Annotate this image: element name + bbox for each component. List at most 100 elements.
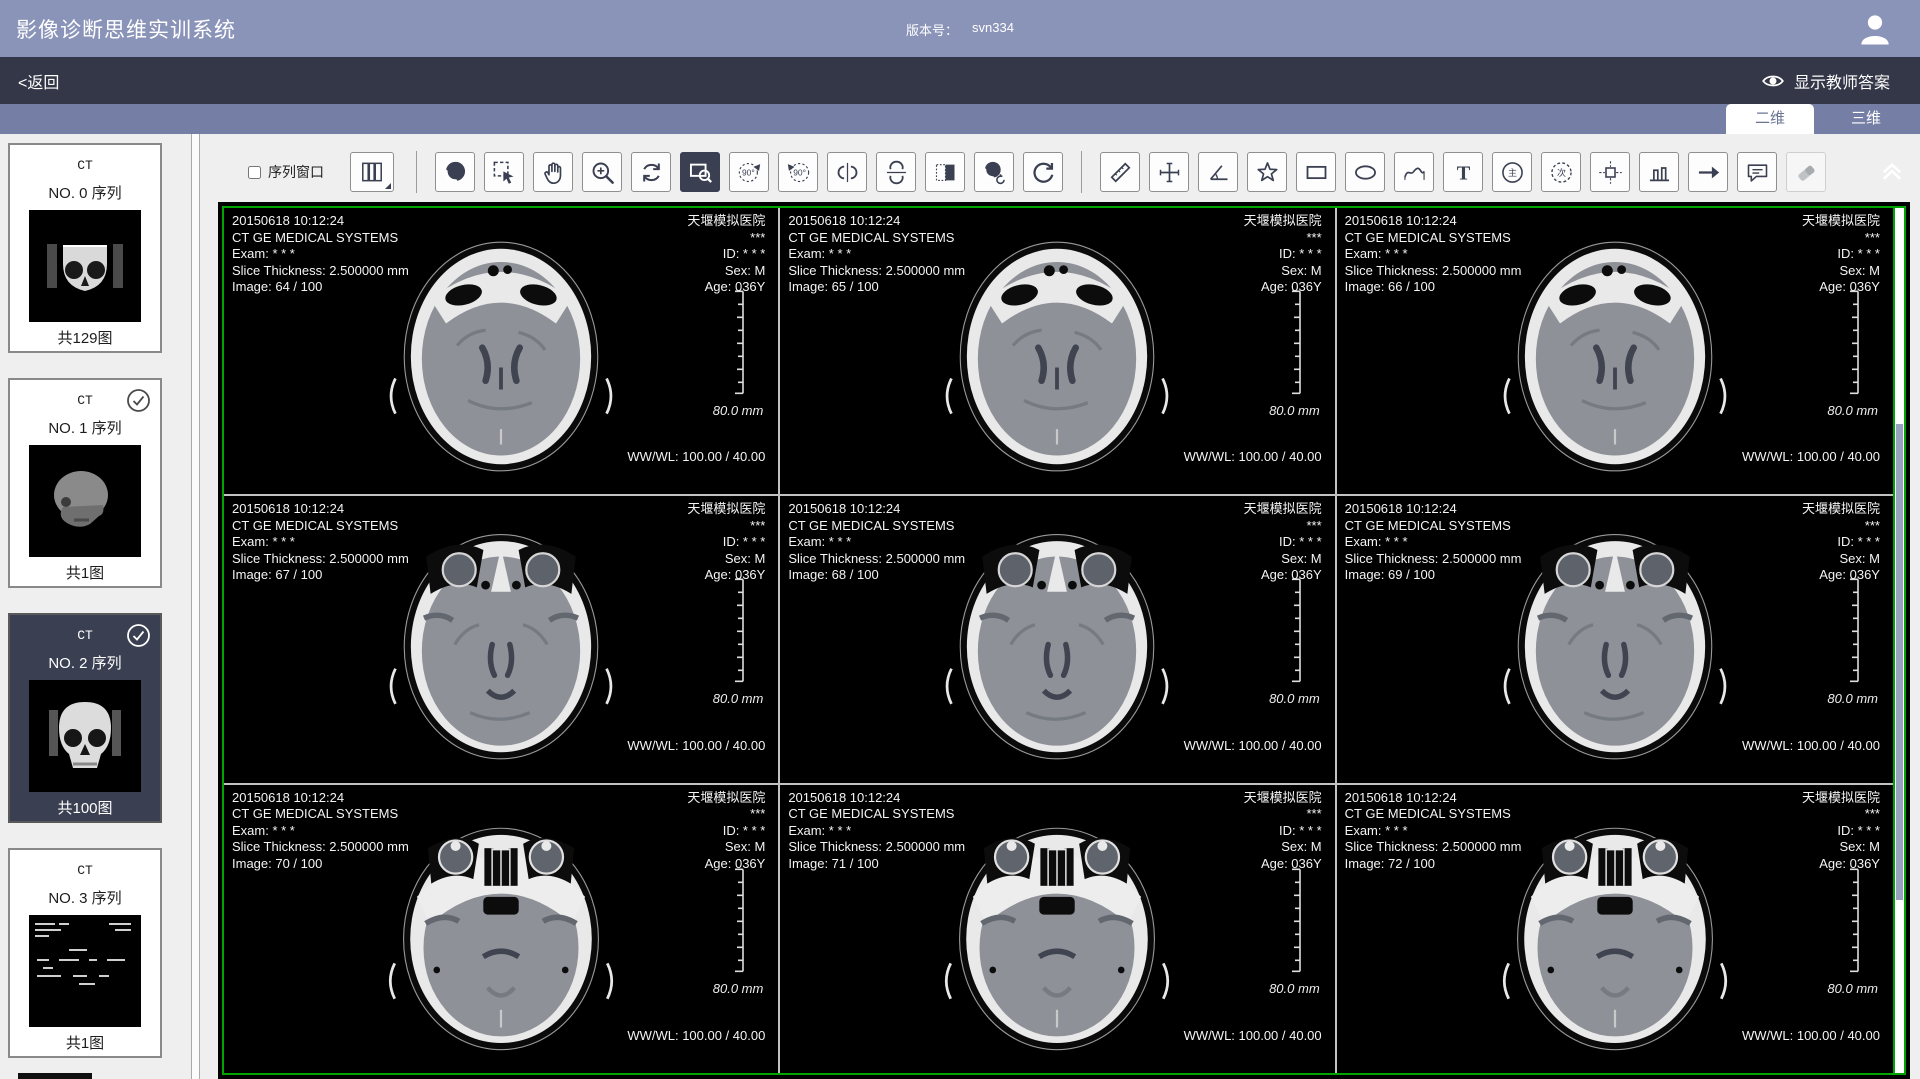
slice-thickness: Slice Thickness: 2.500000 mm — [788, 839, 965, 856]
user-avatar-icon[interactable] — [1856, 10, 1894, 48]
series-thumbnail[interactable] — [29, 445, 141, 557]
secondary-marker-tool-button[interactable]: 次 — [1541, 152, 1581, 192]
acquisition-datetime: 20150618 10:12:24 — [1345, 213, 1522, 230]
series-window-toggle[interactable]: 序列窗口 — [248, 162, 324, 182]
view-mode-tabs: 二维 三维 — [0, 104, 1920, 134]
reset-tool-button[interactable] — [1023, 152, 1063, 192]
svg-text:90°: 90° — [793, 167, 806, 177]
crosshair-tool-button[interactable] — [1149, 152, 1189, 192]
patient-id: ID: * * * — [1802, 246, 1880, 263]
curve-tool-button[interactable] — [1394, 152, 1434, 192]
pan-tool-button[interactable] — [533, 152, 573, 192]
ct-viewport-7[interactable]: 20150618 10:12:24 CT GE MEDICAL SYSTEMS … — [780, 785, 1336, 1073]
acquisition-datetime: 20150618 10:12:24 — [788, 213, 965, 230]
select-tool-button[interactable] — [484, 152, 524, 192]
ct-viewport-2[interactable]: 20150618 10:12:24 CT GE MEDICAL SYSTEMS … — [1337, 208, 1893, 496]
image-index: Image: 68 / 100 — [788, 567, 965, 584]
ct-slice-image — [1483, 214, 1747, 489]
star-tool-button[interactable] — [1247, 152, 1287, 192]
tab-3d[interactable]: 三维 — [1822, 104, 1910, 134]
series-title: NO. 3 序列 — [10, 887, 160, 908]
window-level-label: WW/WL: 100.00 / 40.00 — [1184, 449, 1322, 464]
series-card-2[interactable]: CT NO. 2 序列 共100图 — [8, 613, 162, 823]
text-tool-button[interactable]: T — [1443, 152, 1483, 192]
hospital-name: 天堰模拟医院 — [1802, 790, 1880, 807]
window-reset-tool-button[interactable] — [974, 152, 1014, 192]
device-name: CT GE MEDICAL SYSTEMS — [1345, 230, 1522, 247]
angle-tool-button[interactable] — [1198, 152, 1238, 192]
tab-2d[interactable]: 二维 — [1726, 104, 1814, 134]
ct-viewport-6[interactable]: 20150618 10:12:24 CT GE MEDICAL SYSTEMS … — [224, 785, 780, 1073]
center-locator-tool-button[interactable] — [1590, 152, 1630, 192]
profile-tool-button[interactable] — [1639, 152, 1679, 192]
zoom-tool-button[interactable] — [582, 152, 622, 192]
scale-label: 80.0 mm — [713, 691, 764, 706]
ruler-tool-button[interactable] — [1100, 152, 1140, 192]
patient-sex: Sex: M — [1244, 551, 1322, 568]
ct-viewport-0[interactable]: 20150618 10:12:24 CT GE MEDICAL SYSTEMS … — [224, 208, 780, 496]
scale-label: 80.0 mm — [1269, 691, 1320, 706]
series-modality: CT — [10, 863, 160, 878]
windowing-tool-button[interactable] — [435, 152, 475, 192]
series-title: NO. 1 序列 — [10, 417, 160, 438]
flip-horizontal-tool-button[interactable] — [827, 152, 867, 192]
ct-viewport-3[interactable]: 20150618 10:12:24 CT GE MEDICAL SYSTEMS … — [224, 496, 780, 784]
viewport-overlay-left: 20150618 10:12:24 CT GE MEDICAL SYSTEMS … — [232, 790, 409, 873]
acquisition-datetime: 20150618 10:12:24 — [1345, 501, 1522, 518]
version-info: 版本号： svn334 — [906, 20, 1014, 39]
layout-tool-button[interactable] — [350, 152, 394, 192]
patient-age: Age: 036Y — [1802, 856, 1880, 873]
rotate-tool-button[interactable] — [631, 152, 671, 192]
series-thumbnail[interactable] — [29, 210, 141, 322]
series-card-1[interactable]: CT NO. 1 序列 共1图 — [8, 378, 162, 588]
series-thumbnail[interactable] — [29, 680, 141, 792]
viewport-overlay-left: 20150618 10:12:24 CT GE MEDICAL SYSTEMS … — [1345, 790, 1522, 873]
rectangle-tool-button[interactable] — [1296, 152, 1336, 192]
rotate-90-ccw-tool-button[interactable]: 90° — [729, 152, 769, 192]
patient-name-masked: *** — [1244, 518, 1322, 535]
scale-label: 80.0 mm — [1827, 981, 1878, 996]
ct-viewport-5[interactable]: 20150618 10:12:24 CT GE MEDICAL SYSTEMS … — [1337, 496, 1893, 784]
acquisition-datetime: 20150618 10:12:24 — [788, 790, 965, 807]
patient-name-masked: *** — [687, 806, 765, 823]
show-answer-button[interactable]: 显示教师答案 — [1761, 69, 1890, 93]
ct-viewport-1[interactable]: 20150618 10:12:24 CT GE MEDICAL SYSTEMS … — [780, 208, 1336, 496]
series-card-0[interactable]: CT NO. 0 序列 共129图 — [8, 143, 162, 353]
series-checked-icon — [126, 388, 151, 413]
viewport-overlay-right: 天堰模拟医院 *** ID: * * * Sex: M Age: 036Y — [687, 213, 765, 296]
ellipse-tool-button[interactable] — [1345, 152, 1385, 192]
patient-age: Age: 036Y — [687, 856, 765, 873]
comment-tool-button[interactable] — [1737, 152, 1777, 192]
ct-viewport-4[interactable]: 20150618 10:12:24 CT GE MEDICAL SYSTEMS … — [780, 496, 1336, 784]
series-thumbnail[interactable] — [29, 915, 141, 1027]
series-window-checkbox[interactable] — [248, 166, 261, 179]
patient-sex: Sex: M — [1244, 839, 1322, 856]
invert-tool-button[interactable] — [925, 152, 965, 192]
slice-thickness: Slice Thickness: 2.500000 mm — [1345, 551, 1522, 568]
patient-sex: Sex: M — [687, 263, 765, 280]
partial-series-card[interactable] — [18, 1073, 92, 1079]
series-title: NO. 2 序列 — [10, 652, 160, 673]
series-card-3[interactable]: CT NO. 3 序列 共1图 — [8, 848, 162, 1058]
arrow-tool-button[interactable] — [1688, 152, 1728, 192]
patient-age: Age: 036Y — [687, 567, 765, 584]
back-button[interactable]: <返回 — [18, 69, 59, 93]
image-index: Image: 64 / 100 — [232, 279, 409, 296]
image-index: Image: 71 / 100 — [788, 856, 965, 873]
rotate-90-cw-tool-button[interactable]: 90° — [778, 152, 818, 192]
collapse-toolbar-button[interactable] — [1878, 156, 1906, 189]
window-level-label: WW/WL: 100.00 / 40.00 — [1742, 738, 1880, 753]
scale-label: 80.0 mm — [713, 981, 764, 996]
region-zoom-tool-button[interactable] — [680, 152, 720, 192]
flip-vertical-tool-button[interactable] — [876, 152, 916, 192]
main-marker-tool-button[interactable]: 主 — [1492, 152, 1532, 192]
svg-text:主: 主 — [1507, 166, 1516, 177]
viewer-scrollbar-thumb[interactable] — [1896, 424, 1903, 900]
sidebar-scrollbar[interactable] — [191, 134, 200, 1079]
viewer-scrollbar[interactable] — [1893, 208, 1904, 1073]
ct-viewport-8[interactable]: 20150618 10:12:24 CT GE MEDICAL SYSTEMS … — [1337, 785, 1893, 1073]
window-level-label: WW/WL: 100.00 / 40.00 — [1742, 1028, 1880, 1043]
viewport-overlay-left: 20150618 10:12:24 CT GE MEDICAL SYSTEMS … — [788, 501, 965, 584]
hospital-name: 天堰模拟医院 — [687, 501, 765, 518]
patient-sex: Sex: M — [1802, 263, 1880, 280]
